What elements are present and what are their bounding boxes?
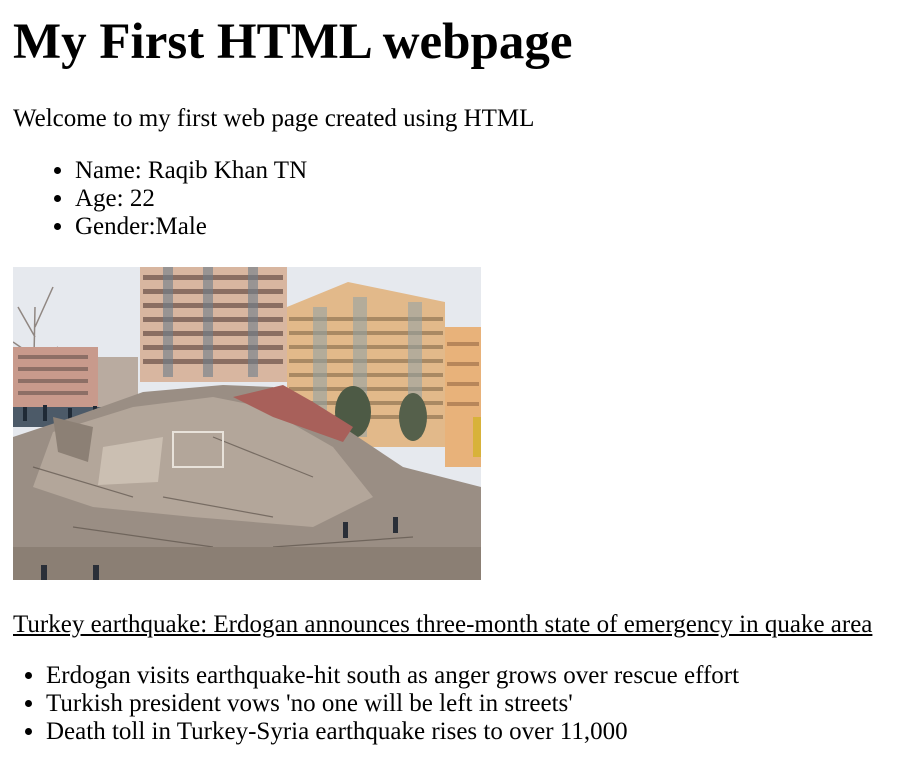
profile-name: Name: Raqib Khan TN: [75, 157, 307, 185]
news-headline-link[interactable]: Turkey earthquake: Erdogan announces thr…: [13, 610, 872, 640]
news-item: Death toll in Turkey-Syria earthquake ri…: [46, 718, 739, 746]
news-item: Erdogan visits earthquake-hit south as a…: [46, 662, 739, 690]
news-list: Erdogan visits earthquake-hit south as a…: [13, 662, 739, 746]
earthquake-photo: [13, 267, 481, 580]
profile-age: Age: 22: [75, 185, 307, 213]
intro-text: Welcome to my first web page created usi…: [13, 105, 535, 132]
profile-list: Name: Raqib Khan TN Age: 22 Gender:Male: [13, 157, 307, 241]
profile-gender: Gender:Male: [75, 213, 307, 241]
news-item: Turkish president vows 'no one will be l…: [46, 690, 739, 718]
page-title: My First HTML webpage: [13, 14, 573, 70]
